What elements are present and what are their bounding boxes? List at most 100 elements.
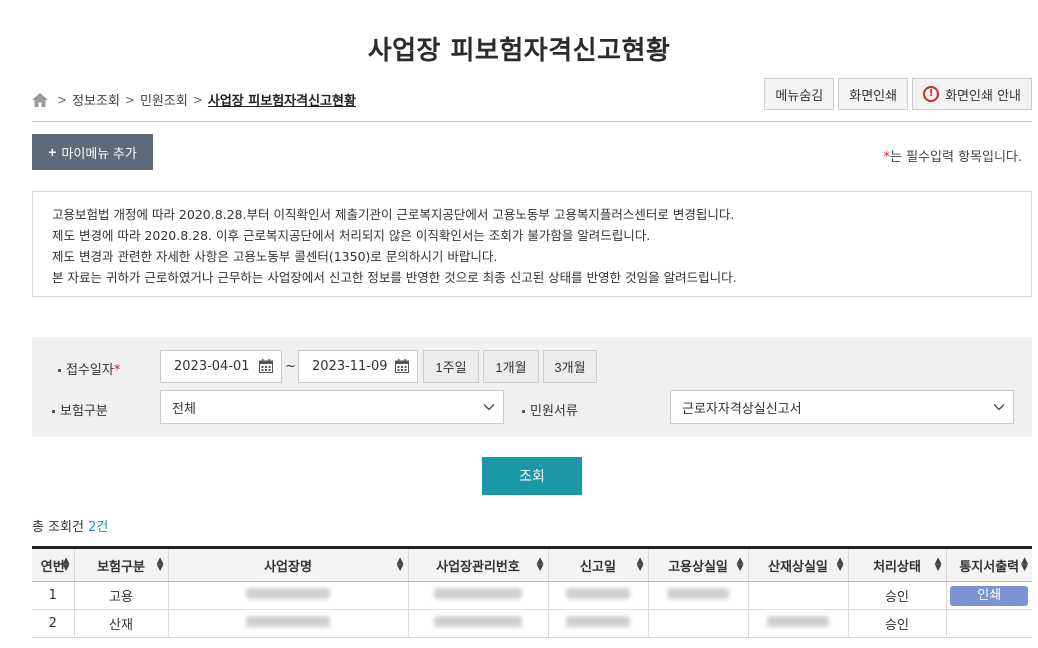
sort-icon[interactable]: ▲ ▼ [737,557,744,573]
column-header[interactable]: 처리상태 ▲ ▼ [848,546,947,582]
column-header-label: 연번 [40,559,65,575]
workplace-name-cell [168,581,409,610]
print-guide-button[interactable]: ! 화면인쇄 안내 [912,78,1032,110]
row-number: 2 [32,609,75,638]
doc-type-select[interactable]: 근로자자격상실신고서 [670,390,1014,424]
notice-box: 고용보험법 개정에 따라 2020.8.28.부터 이직확인서 제출기관이 근로… [32,191,1032,297]
required-star: * [113,363,121,378]
date-range-separator: ~ [285,359,296,374]
breadcrumb: > 정보조회 > 민원조회 > 사업장 피보험자격신고현황 [32,90,356,109]
sort-icon[interactable]: ▲ ▼ [935,557,942,573]
print-guide-label: 화면인쇄 안내 [945,88,1021,104]
breadcrumb-item-civil[interactable]: 민원조회 [140,90,188,109]
column-header-label: 산재상실일 [768,559,828,575]
column-header-label: 신고일 [580,559,616,575]
print-notice-button[interactable]: 인쇄 [950,585,1029,606]
bullet [58,369,61,372]
date-from-value: 2023-04-01 [174,359,250,374]
doc-type-value: 근로자자격상실신고서 [682,401,802,417]
period-1week-button[interactable]: 1주일 [423,350,479,383]
report-date-cell [548,581,649,610]
notice-line: 제도 변경에 따라 2020.8.28. 이후 근로복지공단에서 처리되지 않은… [52,228,651,243]
total-count: 총 조회건 2건 [32,516,108,535]
column-header-label: 고용상실일 [668,559,728,575]
column-header[interactable]: 사업장명 ▲ ▼ [168,546,409,582]
sort-icon[interactable]: ▲ ▼ [397,557,404,573]
insurance-type-cell: 고용 [74,581,169,610]
period-3month-button[interactable]: 3개월 [543,350,597,383]
calendar-icon[interactable] [259,359,273,373]
print-screen-button[interactable]: 화면인쇄 [838,78,909,110]
insurance-type-value: 전체 [172,401,196,417]
menu-hide-button[interactable]: 메뉴숨김 [764,78,835,110]
chevron-right-icon: > [124,92,135,107]
required-note: *는 필수입력 항목입니다. [884,146,1023,165]
chevron-right-icon: > [57,92,68,107]
redacted-text [767,616,829,627]
sort-icon[interactable]: ▲ ▼ [537,557,544,573]
sort-icon[interactable]: ▲ ▼ [1021,557,1028,573]
total-count-label: 총 조회건 [32,520,84,535]
required-note-text: 는 필수입력 항목입니다. [890,150,1022,165]
accident-loss-date-cell [748,581,849,610]
accident-loss-date-cell [748,609,849,638]
chevron-right-icon: > [192,92,203,107]
home-icon[interactable] [32,92,48,107]
status-cell: 승인 [848,581,947,610]
column-header[interactable]: 연번 ▲ ▼ [32,546,75,582]
plus-icon: + [48,144,57,160]
bullet [52,410,55,413]
status-cell: 승인 [848,609,947,638]
breadcrumb-current[interactable]: 사업장 피보험자격신고현황 [208,90,356,109]
redacted-text [246,616,330,627]
column-header[interactable]: 보험구분 ▲ ▼ [74,546,169,582]
employment-loss-date-cell [648,581,749,610]
add-my-menu-button[interactable]: + 마이메뉴 추가 [32,134,153,170]
sort-icon[interactable]: ▲ ▼ [637,557,644,573]
sort-icon[interactable]: ▲ ▼ [157,557,164,573]
chevron-down-icon [993,404,1005,411]
total-count-value: 2건 [88,520,109,535]
report-date-cell [548,609,649,638]
column-header[interactable]: 사업장관리번호 ▲ ▼ [408,546,549,582]
insurance-type-select[interactable]: 전체 [160,390,504,424]
sort-icon[interactable]: ▲ ▼ [837,557,844,573]
redacted-text [566,616,630,627]
insurance-type-label-text: 보험구분 [60,404,108,419]
table-row[interactable]: 2 산재 승인 [32,609,1032,638]
redacted-text [246,588,330,599]
redacted-text [434,616,522,627]
receipt-date-label-text: 접수일자 [66,363,114,378]
workplace-number-cell [408,609,549,638]
insurance-type-label: 보험구분 [52,400,108,419]
table-row[interactable]: 1 고용 승인 인쇄 [32,581,1032,610]
column-header[interactable]: 고용상실일 ▲ ▼ [648,546,749,582]
results-table: 연번 ▲ ▼ 보험구분 ▲ ▼ 사업장명 ▲ ▼ 사업장관리번호 ▲ ▼ 신고일 ▲ ▼ 고용상실일… [32,546,1032,638]
date-to-value: 2023-11-09 [312,359,388,374]
redacted-text [667,588,729,599]
column-header-label: 사업장명 [264,559,312,575]
period-1month-button[interactable]: 1개월 [483,350,539,383]
column-header[interactable]: 신고일 ▲ ▼ [548,546,649,582]
column-header[interactable]: 통지서출력 ▲ ▼ [946,546,1032,582]
column-header-label: 사업장관리번호 [436,559,520,575]
notice-line: 제도 변경과 관련한 자세한 사항은 고용노동부 콜센터(1350)로 문의하시… [52,249,498,264]
calendar-icon[interactable] [395,359,409,373]
notice-line: 본 자료는 귀하가 근로하였거나 근무하는 사업장에서 신고한 정보를 반영한 … [52,270,737,285]
bullet [522,410,525,413]
sort-icon[interactable]: ▲ ▼ [63,557,70,573]
column-header[interactable]: 산재상실일 ▲ ▼ [748,546,849,582]
workplace-number-cell [408,581,549,610]
search-button[interactable]: 조회 [482,457,582,495]
doc-type-label: 민원서류 [522,400,578,419]
date-to-field[interactable]: 2023-11-09 [298,350,418,383]
date-from-field[interactable]: 2023-04-01 [160,350,282,383]
page-title: 사업장 피보험자격신고현황 [367,36,671,66]
redacted-text [566,588,630,599]
receipt-date-label: 접수일자* [58,359,120,378]
column-header-label: 처리상태 [873,559,921,575]
notice-print-cell: 인쇄 [946,581,1032,610]
breadcrumb-item-info[interactable]: 정보조회 [72,90,120,109]
doc-type-label-text: 민원서류 [530,404,578,419]
alert-icon: ! [923,86,940,102]
